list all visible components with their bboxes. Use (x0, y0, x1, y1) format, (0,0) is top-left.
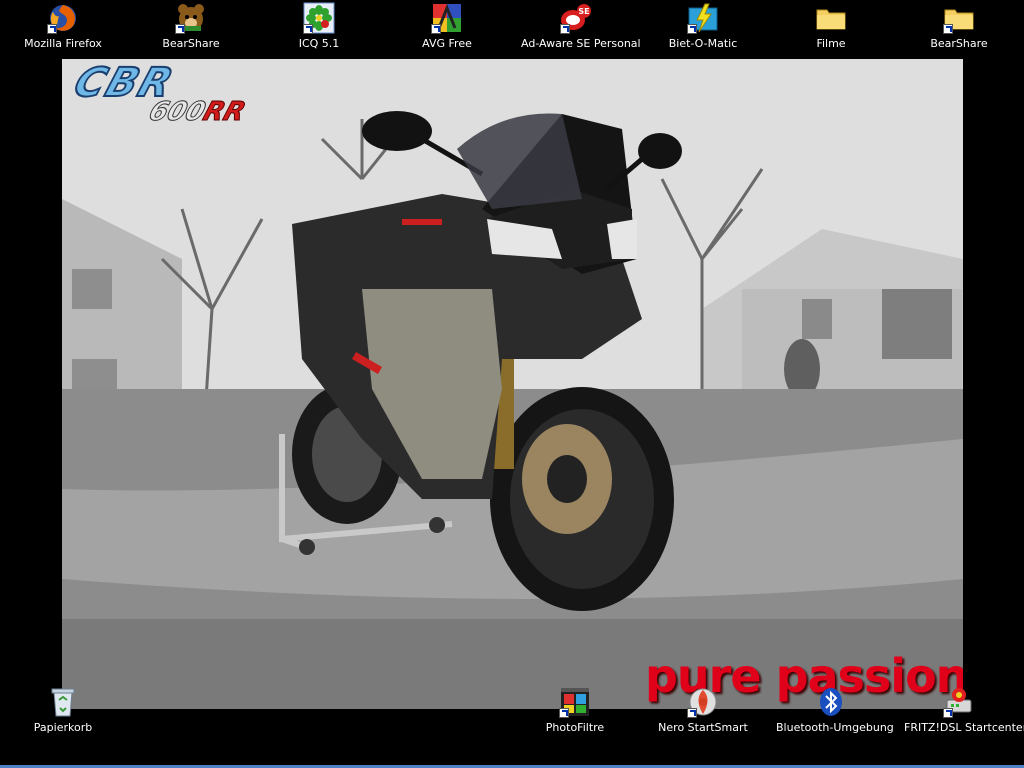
desktop-icon-papierkorb[interactable]: Papierkorb (8, 686, 118, 734)
icon-label: PhotoFiltre (545, 721, 605, 734)
icon-label: Nero StartSmart (658, 721, 748, 734)
icon-label: Mozilla Firefox (24, 37, 102, 50)
shortcut-arrow-icon (175, 24, 185, 34)
fritzdsl-icon (943, 686, 975, 718)
shortcut-arrow-icon (560, 24, 570, 34)
icon-label: FRITZ!DSL Startcenter (904, 721, 1024, 734)
logo-sub: 600RR (145, 97, 250, 128)
bearshare-icon (175, 2, 207, 34)
icon-label: BearShare (930, 37, 988, 50)
desktop-icon-nero[interactable]: Nero StartSmart (648, 686, 758, 734)
wallpaper-photo: CBR 600RR pure passion (62, 59, 963, 709)
photofiltre-icon (559, 686, 591, 718)
shortcut-arrow-icon (431, 24, 441, 34)
icon-label: Ad-Aware SE Personal (521, 37, 641, 50)
recycle-bin-icon (47, 686, 79, 718)
adaware-icon: SE (560, 2, 592, 34)
icon-label: BearShare (162, 37, 220, 50)
icon-label: Biet-O-Matic (668, 37, 738, 50)
firefox-icon (47, 2, 79, 34)
folder-icon (815, 2, 847, 34)
icon-label: ICQ 5.1 (298, 37, 340, 50)
bietomatic-icon (687, 2, 719, 34)
motorcycle-scene (62, 59, 963, 709)
desktop-icon-bearshare-folder[interactable]: BearShare (904, 2, 1014, 50)
desktop[interactable]: CBR 600RR pure passion Mozilla Firefox B… (0, 0, 1024, 768)
shortcut-arrow-icon (559, 708, 569, 718)
avg-icon (431, 2, 463, 34)
icon-label: AVG Free (422, 37, 472, 50)
icon-label: Filme (816, 37, 846, 50)
desktop-icon-avg[interactable]: AVG Free (392, 2, 502, 50)
desktop-icon-bietomatic[interactable]: Biet-O-Matic (648, 2, 758, 50)
bluetooth-icon (815, 686, 847, 718)
desktop-icon-firefox[interactable]: Mozilla Firefox (8, 2, 118, 50)
icon-label: Papierkorb (33, 721, 93, 734)
folder-icon (943, 2, 975, 34)
shortcut-arrow-icon (47, 24, 57, 34)
cbr-logo: CBR 600RR (68, 59, 250, 128)
desktop-icon-fritzdsl[interactable]: FRITZ!DSL Startcenter (904, 686, 1024, 734)
desktop-icon-bearshare[interactable]: BearShare (136, 2, 246, 50)
icq-icon (303, 2, 335, 34)
shortcut-arrow-icon (943, 708, 953, 718)
svg-text:SE: SE (578, 7, 589, 16)
desktop-icon-filme[interactable]: Filme (776, 2, 886, 50)
shortcut-arrow-icon (303, 24, 313, 34)
desktop-icon-bluetooth[interactable]: Bluetooth-Umgebung (776, 686, 894, 734)
shortcut-arrow-icon (943, 24, 953, 34)
icon-label: Bluetooth-Umgebung (776, 721, 894, 734)
desktop-icon-icq[interactable]: ICQ 5.1 (264, 2, 374, 50)
desktop-icon-photofiltre[interactable]: PhotoFiltre (520, 686, 630, 734)
desktop-icon-adaware[interactable]: SE Ad-Aware SE Personal (521, 2, 641, 50)
shortcut-arrow-icon (687, 24, 697, 34)
shortcut-arrow-icon (687, 708, 697, 718)
nero-icon (687, 686, 719, 718)
